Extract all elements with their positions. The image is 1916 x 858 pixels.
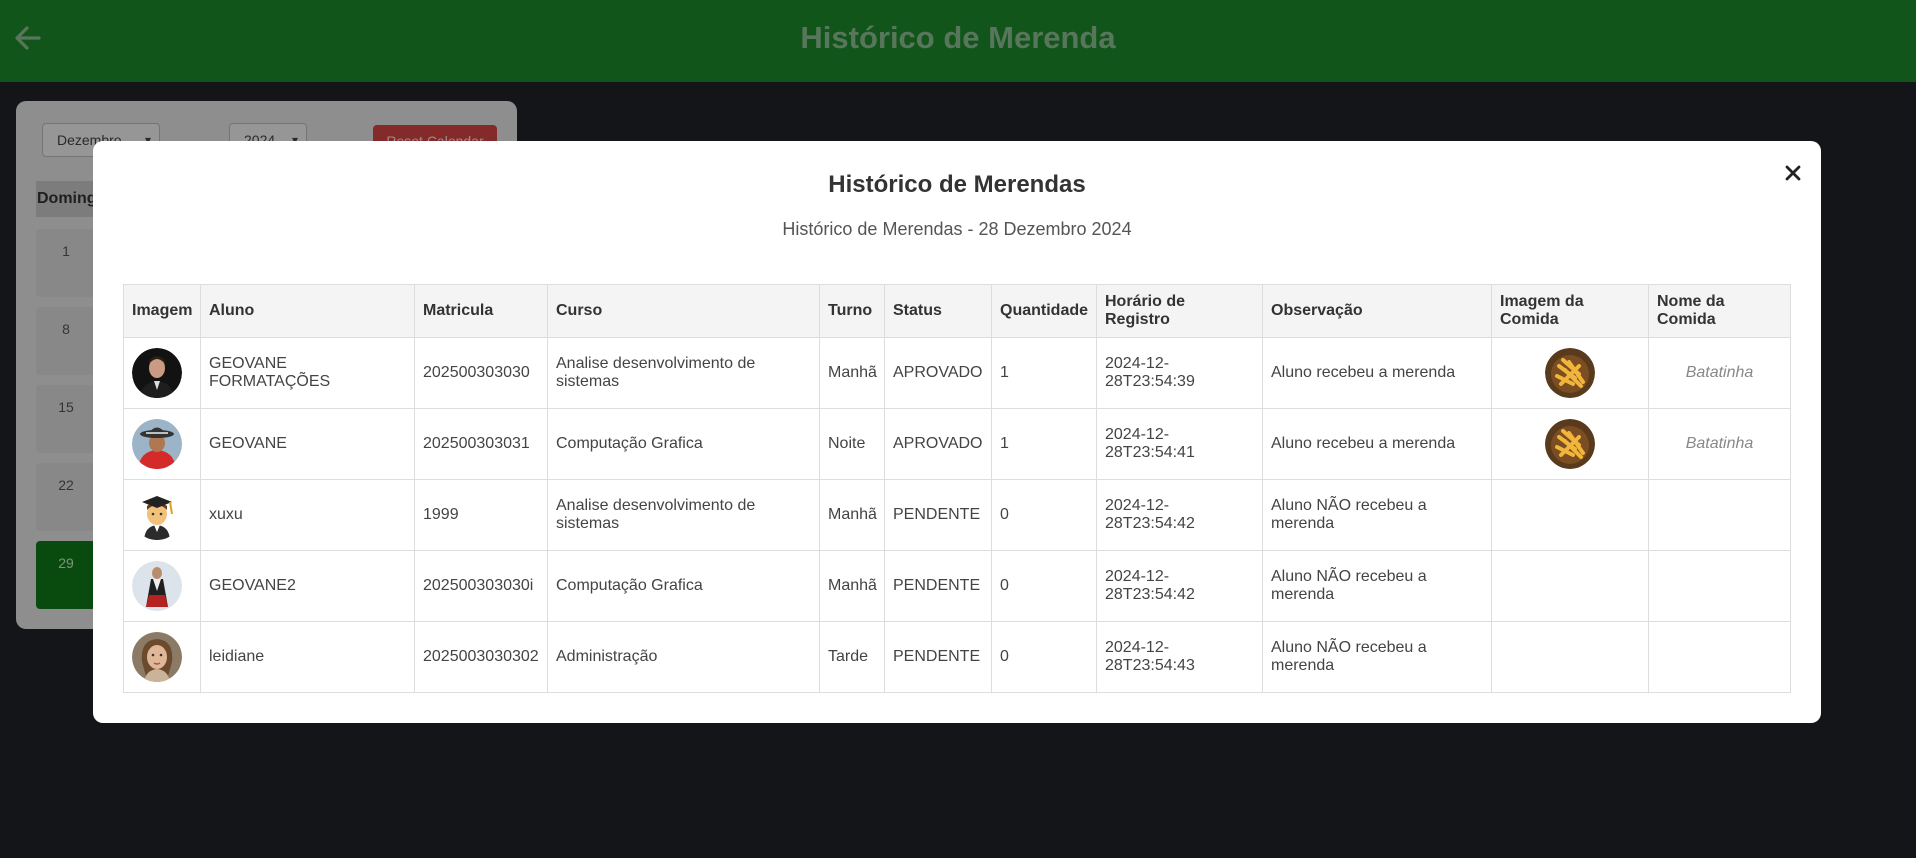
student-course: Analise desenvolvimento de sistemas	[547, 479, 820, 551]
student-registration: 1999	[414, 479, 548, 551]
student-name: GEOVANE FORMATAÇÕES	[200, 337, 415, 409]
column-header: Status	[884, 284, 992, 338]
student-registration: 202500303030	[414, 337, 548, 409]
avatar-cell	[123, 550, 201, 622]
food-name	[1648, 479, 1791, 551]
status-value: APROVADO	[884, 337, 992, 409]
dress-figure-avatar-icon	[132, 561, 182, 611]
registration-time: 2024-12-28T23:54:39	[1096, 337, 1263, 409]
quantity-value: 0	[991, 550, 1097, 622]
status-value: APROVADO	[884, 408, 992, 480]
student-registration: 202500303030i	[414, 550, 548, 622]
student-registration: 2025003030302	[414, 621, 548, 693]
avatar-cell	[123, 408, 201, 480]
quantity-value: 1	[991, 408, 1097, 480]
fries-icon	[1545, 348, 1595, 398]
student-registration: 202500303031	[414, 408, 548, 480]
column-header: Observação	[1262, 284, 1492, 338]
student-name: leidiane	[200, 621, 415, 693]
column-header: Aluno	[200, 284, 415, 338]
column-header: Quantidade	[991, 284, 1097, 338]
quantity-value: 0	[991, 621, 1097, 693]
food-name: Batatinha	[1648, 337, 1791, 409]
student-course: Analise desenvolvimento de sistemas	[547, 337, 820, 409]
food-name	[1648, 621, 1791, 693]
registration-time: 2024-12-28T23:54:42	[1096, 550, 1263, 622]
food-name	[1648, 550, 1791, 622]
student-course: Computação Grafica	[547, 408, 820, 480]
food-image-cell	[1491, 550, 1649, 622]
table-row: GEOVANE2 202500303030i Computação Grafic…	[123, 550, 1791, 622]
table-row: leidiane 2025003030302 Administração Tar…	[123, 621, 1791, 693]
table-row: GEOVANE 202500303031 Computação Grafica …	[123, 408, 1791, 480]
man-suit-avatar-icon	[132, 348, 182, 398]
food-image-cell	[1491, 479, 1649, 551]
observation: Aluno NÃO recebeu a merenda	[1262, 621, 1492, 693]
quantity-value: 1	[991, 337, 1097, 409]
student-shift: Manhã	[819, 337, 885, 409]
modal-title: Histórico de Merendas	[828, 171, 1086, 198]
student-emoji-avatar-icon	[132, 490, 182, 540]
column-header: Curso	[547, 284, 820, 338]
food-image-cell	[1491, 337, 1649, 409]
student-name: GEOVANE2	[200, 550, 415, 622]
observation: Aluno NÃO recebeu a merenda	[1262, 479, 1492, 551]
column-header: Imagem	[123, 284, 201, 338]
status-value: PENDENTE	[884, 479, 992, 551]
column-header: Turno	[819, 284, 885, 338]
fries-icon	[1545, 419, 1595, 469]
column-header: Imagem da Comida	[1491, 284, 1649, 338]
student-shift: Noite	[819, 408, 885, 480]
status-value: PENDENTE	[884, 621, 992, 693]
table-row: xuxu 1999 Analise desenvolvimento de sis…	[123, 479, 1791, 551]
student-course: Computação Grafica	[547, 550, 820, 622]
avatar-cell	[123, 337, 201, 409]
student-shift: Tarde	[819, 621, 885, 693]
history-modal: Histórico de Merendas Histórico de Meren…	[93, 141, 1821, 723]
column-header: Horário de Registro	[1096, 284, 1263, 338]
student-shift: Manhã	[819, 550, 885, 622]
woman-portrait-avatar-icon	[132, 632, 182, 682]
column-header: Matricula	[414, 284, 548, 338]
food-image-cell	[1491, 621, 1649, 693]
student-shift: Manhã	[819, 479, 885, 551]
avatar-cell	[123, 479, 201, 551]
quantity-value: 0	[991, 479, 1097, 551]
history-table: Imagem Aluno Matricula Curso Turno Statu…	[123, 284, 1791, 693]
column-header: Nome da Comida	[1648, 284, 1791, 338]
avatar-cell	[123, 621, 201, 693]
student-course: Administração	[547, 621, 820, 693]
table-row: GEOVANE FORMATAÇÕES 202500303030 Analise…	[123, 337, 1791, 409]
registration-time: 2024-12-28T23:54:41	[1096, 408, 1263, 480]
observation: Aluno recebeu a merenda	[1262, 337, 1492, 409]
registration-time: 2024-12-28T23:54:43	[1096, 621, 1263, 693]
observation: Aluno NÃO recebeu a merenda	[1262, 550, 1492, 622]
food-name: Batatinha	[1648, 408, 1791, 480]
status-value: PENDENTE	[884, 550, 992, 622]
observation: Aluno recebeu a merenda	[1262, 408, 1492, 480]
table-header-row: Imagem Aluno Matricula Curso Turno Statu…	[123, 284, 1791, 338]
student-name: GEOVANE	[200, 408, 415, 480]
person-hat-avatar-icon	[132, 419, 182, 469]
student-name: xuxu	[200, 479, 415, 551]
modal-subtitle: Histórico de Merendas - 28 Dezembro 2024	[782, 219, 1132, 239]
registration-time: 2024-12-28T23:54:42	[1096, 479, 1263, 551]
food-image-cell	[1491, 408, 1649, 480]
